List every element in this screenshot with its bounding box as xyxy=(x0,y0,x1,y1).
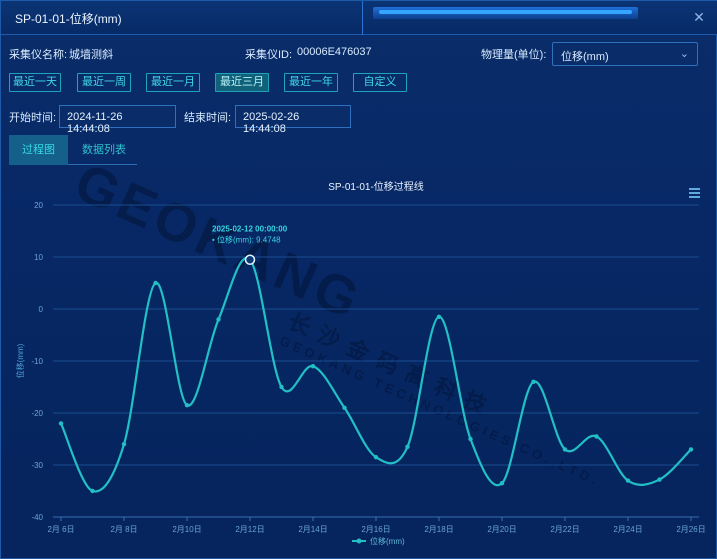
x-tick-label: 2月16日 xyxy=(361,525,390,534)
data-point[interactable] xyxy=(468,436,473,442)
collector-id-value: 00006E476037 xyxy=(297,46,372,58)
data-point[interactable] xyxy=(216,317,221,322)
data-point[interactable] xyxy=(58,421,64,426)
x-tick-label: 2月10日 xyxy=(172,525,201,534)
end-time-label: 结束时间: xyxy=(184,112,232,124)
x-tick-label: 2月22日 xyxy=(550,525,579,534)
collector-name-label: 采集仪名称: xyxy=(9,49,68,61)
y-tick-label: 10 xyxy=(34,253,43,262)
y-tick-label: -20 xyxy=(31,409,43,418)
start-time-label: 开始时间: xyxy=(9,112,57,124)
window-title: SP-01-01-位移(mm) xyxy=(15,12,122,26)
range-button-week[interactable]: 最近一周 xyxy=(77,73,131,92)
view-tabs: 过程图 数据列表 xyxy=(9,135,137,165)
start-time-input[interactable]: 2024-11-26 14:44:08 xyxy=(59,105,176,135)
x-tick-label: 2月24日 xyxy=(613,525,642,534)
data-point[interactable] xyxy=(657,477,662,482)
quantity-select[interactable]: 位移(mm) ⌄ xyxy=(552,42,698,66)
dialog-window: SP-01-01-位移(mm) ✕ 采集仪名称: 城墙测斜 采集仪ID: 000… xyxy=(0,0,717,559)
hamburger-icon[interactable] xyxy=(689,188,700,198)
x-tick-label: 2月 6日 xyxy=(47,525,74,534)
y-tick-label: -40 xyxy=(31,513,43,522)
range-button-year[interactable]: 最近一年 xyxy=(284,73,338,92)
quantity-select-value: 位移(mm) xyxy=(561,51,609,63)
x-tick-label: 2月12日 xyxy=(235,525,264,534)
title-bar: SP-01-01-位移(mm) ✕ xyxy=(1,1,717,35)
data-point[interactable] xyxy=(310,364,316,369)
data-point[interactable] xyxy=(121,442,127,447)
y-axis-label: 位移(mm) xyxy=(15,343,25,378)
chevron-down-icon: ⌄ xyxy=(679,48,689,60)
legend-marker xyxy=(356,538,362,544)
data-point[interactable] xyxy=(405,444,410,449)
data-point[interactable] xyxy=(184,403,190,408)
tab-process-chart[interactable]: 过程图 xyxy=(9,135,68,165)
title-tab: SP-01-01-位移(mm) xyxy=(1,1,363,35)
data-point[interactable] xyxy=(499,481,505,486)
x-tick-label: 2月20日 xyxy=(487,525,516,534)
x-tick-label: 2月 8日 xyxy=(110,525,137,534)
data-point[interactable] xyxy=(531,379,536,384)
data-point[interactable] xyxy=(279,384,284,390)
range-button-day[interactable]: 最近一天 xyxy=(9,73,61,92)
x-tick-label: 2月18日 xyxy=(424,525,453,534)
y-tick-label: 20 xyxy=(34,201,43,210)
x-tick-label: 2月14日 xyxy=(298,525,327,534)
y-tick-label: -30 xyxy=(31,461,43,470)
chart-title: SP-01-01-位移过程线 xyxy=(328,180,424,193)
line-chart: SP-01-01-位移过程线 20 10 0 -10 -20 -30 -40 位移(mm) 2月 … xyxy=(15,180,706,546)
data-point[interactable] xyxy=(90,488,95,494)
tooltip-value: • 位移(mm): 9.4748 xyxy=(212,235,281,245)
data-point[interactable] xyxy=(153,280,158,286)
collector-name-value: 城墙测斜 xyxy=(69,49,113,61)
highlighted-point[interactable] xyxy=(244,254,256,265)
data-point[interactable] xyxy=(342,405,347,410)
data-point[interactable] xyxy=(562,447,568,452)
close-icon[interactable]: ✕ xyxy=(685,5,713,29)
x-tick-label: 2月26日 xyxy=(676,525,705,534)
tab-data-list[interactable]: 数据列表 xyxy=(71,135,137,165)
data-point[interactable] xyxy=(688,447,694,452)
data-point[interactable] xyxy=(436,314,442,319)
end-time-input[interactable]: 2025-02-26 14:44:08 xyxy=(235,105,351,135)
data-point[interactable] xyxy=(373,455,379,460)
tooltip-date: 2025-02-12 00:00:00 xyxy=(212,225,288,234)
y-tick-label: 0 xyxy=(39,305,44,314)
chart-container: SP-01-01-位移过程线 20 10 0 -10 -20 -30 -40 位移(mm) 2月 … xyxy=(9,173,710,553)
range-button-three-months[interactable]: 最近三月 xyxy=(215,73,269,92)
y-tick-label: -10 xyxy=(31,357,43,366)
range-button-month[interactable]: 最近一月 xyxy=(146,73,200,92)
data-point[interactable] xyxy=(625,478,631,483)
range-button-custom[interactable]: 自定义 xyxy=(353,73,407,92)
legend-label: 位移(mm) xyxy=(370,536,405,546)
title-decoration xyxy=(373,7,638,19)
collector-id-label: 采集仪ID: xyxy=(245,49,293,61)
data-point[interactable] xyxy=(594,434,599,439)
quantity-label: 物理量(单位): xyxy=(481,49,547,61)
